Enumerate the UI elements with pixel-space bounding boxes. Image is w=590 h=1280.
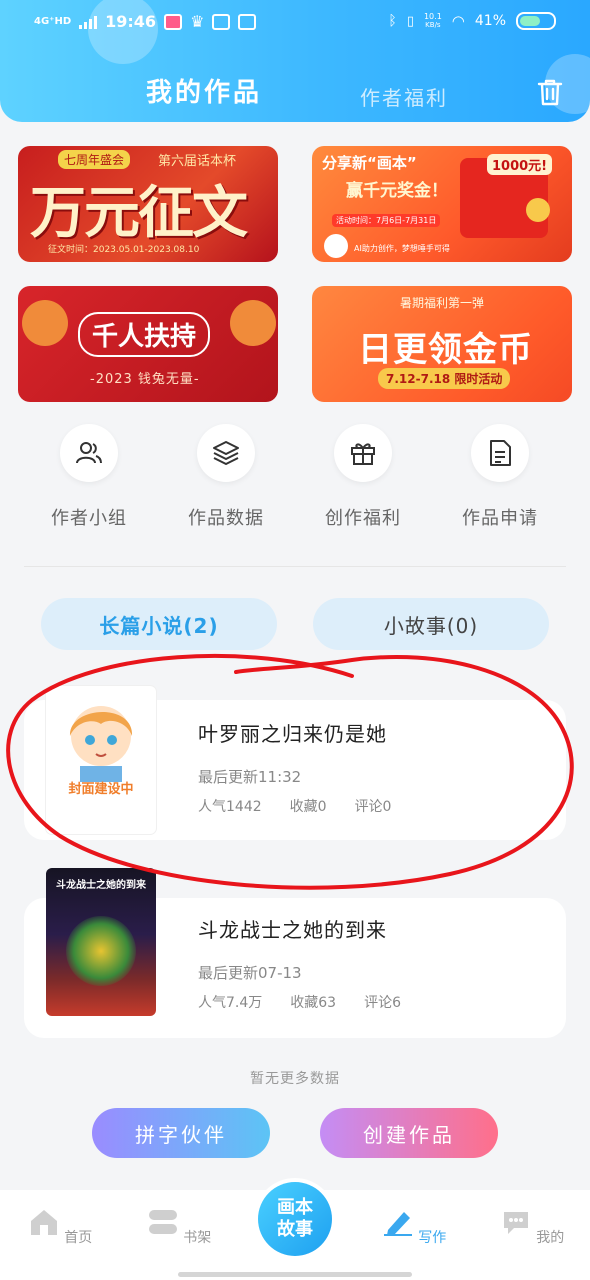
no-more-data: 暂无更多数据	[250, 1071, 340, 1087]
home-indicator	[178, 1272, 412, 1277]
work-updated: 最后更新11:32	[198, 768, 302, 786]
tab-my-works[interactable]: 我的作品	[146, 72, 262, 109]
nav-bookshelf[interactable]: 书架	[139, 1208, 219, 1247]
anime-avatar-icon	[69, 706, 133, 782]
quick-label: 作品申请	[462, 508, 538, 529]
center-story-badge: 画本 故事	[258, 1182, 332, 1256]
center-story-button[interactable]: 画本 故事	[254, 1178, 336, 1260]
banner-footer: AI助力创作，梦想唾手可得	[354, 244, 450, 253]
dragon-art-icon	[66, 916, 136, 986]
work-popularity: 人气7.4万	[198, 995, 263, 1011]
quick-icon-circle	[471, 424, 529, 482]
app-notification-icon	[164, 13, 183, 30]
nav-mine[interactable]: 我的	[492, 1208, 572, 1247]
cover-placeholder-text: 封面建设中	[68, 782, 134, 797]
segment-short-stories[interactable]: 小故事(0)	[313, 598, 549, 650]
clock: 19:46	[105, 12, 157, 31]
bookshelf-icon	[148, 1210, 177, 1234]
nav-label: 书架	[183, 1230, 212, 1246]
work-comments: 评论0	[354, 799, 392, 815]
quick-icon-circle	[60, 424, 118, 482]
quick-icon-circle	[197, 424, 255, 482]
document-icon	[490, 440, 511, 466]
alipay-icon	[238, 13, 257, 30]
banner-title: 分享新“画本”	[322, 154, 417, 172]
banner-title: 日更领金币	[358, 330, 533, 370]
center-line-2: 故事	[277, 1219, 313, 1240]
banner-date: 征文时间：2023.05.01-2023.08.10	[48, 245, 200, 255]
tab-author-benefits[interactable]: 作者福利	[360, 82, 448, 111]
banner-kicker: 暑期福利第一弹	[400, 296, 485, 310]
work-title[interactable]: 叶罗丽之归来仍是她	[198, 718, 387, 747]
partner-button[interactable]: 拼字伙伴	[92, 1108, 270, 1158]
work-title[interactable]: 斗龙战士之她的到来	[198, 914, 387, 943]
header: 4G⁺HD 19:46 ♛ ᛒ ▯ 10.1 KB/s ◠ 41% 我的作品 作…	[0, 0, 590, 122]
status-bar: 4G⁺HD 19:46 ♛ ᛒ ▯ 10.1 KB/s ◠ 41%	[0, 0, 590, 44]
segment-long-novels[interactable]: 长篇小说(2)	[41, 598, 277, 650]
lantern-icon	[22, 300, 68, 346]
nav-home[interactable]: 首页	[20, 1208, 100, 1247]
nav-label: 我的	[536, 1230, 565, 1246]
network-speed-value: 10.1	[423, 12, 442, 21]
banner-date: 7.12-7.18 限时活动	[378, 368, 511, 389]
banner-date: 活动时间：7月6日-7月31日	[332, 214, 441, 227]
quick-works-data[interactable]: 作品数据	[166, 424, 286, 530]
gold-coin-icon	[526, 198, 550, 222]
trash-icon[interactable]	[537, 78, 563, 106]
network-speed-unit: KB/s	[425, 21, 441, 29]
banner-essay-contest[interactable]: 七周年盛会 第六届话本杯 万元征文 征文时间：2023.05.01-2023.0…	[18, 146, 278, 262]
bluetooth-icon: ᛒ	[388, 13, 397, 29]
banner-daily-update-coins[interactable]: 暑期福利第一弹 日更领金币 7.12-7.18 限时活动	[312, 286, 572, 402]
quick-icon-circle	[334, 424, 392, 482]
home-icon	[30, 1210, 57, 1235]
banner-share-picturebook[interactable]: 分享新“画本” 赢千元奖金！ 活动时间：7月6日-7月31日 1000元! AI…	[312, 146, 572, 262]
message-icon	[212, 13, 231, 30]
work-stats: 人气7.4万 收藏63 评论6	[198, 992, 401, 1012]
lantern-icon	[230, 300, 276, 346]
work-updated: 最后更新07-13	[198, 964, 302, 982]
banner-thousand-support[interactable]: 千人扶持 -2023 钱兔无量-	[18, 286, 278, 402]
network-type: 4G⁺HD	[34, 15, 72, 27]
banner-tag: 七周年盛会	[58, 150, 131, 169]
work-cover[interactable]: 封面建设中	[46, 686, 156, 834]
nav-label: 写作	[418, 1230, 447, 1246]
layers-icon	[213, 441, 239, 465]
crown-icon: ♛	[190, 12, 205, 31]
work-favorites: 收藏0	[289, 799, 327, 815]
nav-write[interactable]: 写作	[374, 1208, 454, 1247]
quick-author-group[interactable]: 作者小组	[29, 424, 149, 530]
work-favorites: 收藏63	[290, 995, 337, 1011]
banner-subtitle: 第六届话本杯	[158, 154, 237, 169]
banner-title: 千人扶持	[78, 312, 211, 357]
quick-label: 作品数据	[188, 508, 264, 529]
work-popularity: 人气1442	[198, 799, 262, 815]
banner-prize: 1000元!	[487, 154, 553, 175]
mascot-icon	[324, 234, 348, 258]
chat-bubble-icon	[503, 1212, 528, 1234]
gift-icon	[351, 443, 375, 465]
wifi-icon: ◠	[451, 12, 465, 30]
work-stats: 人气1442 收藏0 评论0	[198, 796, 391, 816]
banner-title: 万元征文	[30, 180, 248, 246]
network-speed: 10.1 KB/s	[424, 12, 442, 30]
battery-percent: 41%	[474, 13, 506, 29]
banner-subtitle: 赢千元奖金！	[346, 181, 448, 201]
quick-label: 创作福利	[325, 508, 401, 529]
users-icon	[76, 442, 102, 464]
nav-label: 首页	[64, 1230, 93, 1246]
quick-creation-benefits[interactable]: 创作福利	[303, 424, 423, 530]
vibrate-icon: ▯	[406, 13, 414, 29]
work-comments: 评论6	[364, 995, 402, 1011]
work-cover[interactable]: 斗龙战士之她的到来	[46, 868, 156, 1016]
center-line-1: 画本	[277, 1197, 313, 1218]
pen-icon	[383, 1212, 412, 1236]
quick-works-application[interactable]: 作品申请	[440, 424, 560, 530]
cover-title-text: 斗龙战士之她的到来	[56, 880, 146, 891]
divider	[24, 566, 566, 567]
banner-subtitle: -2023 钱兔无量-	[90, 372, 200, 387]
create-work-button[interactable]: 创建作品	[320, 1108, 498, 1158]
signal-icon	[79, 15, 98, 29]
quick-label: 作者小组	[51, 508, 127, 529]
battery-icon	[516, 12, 556, 30]
